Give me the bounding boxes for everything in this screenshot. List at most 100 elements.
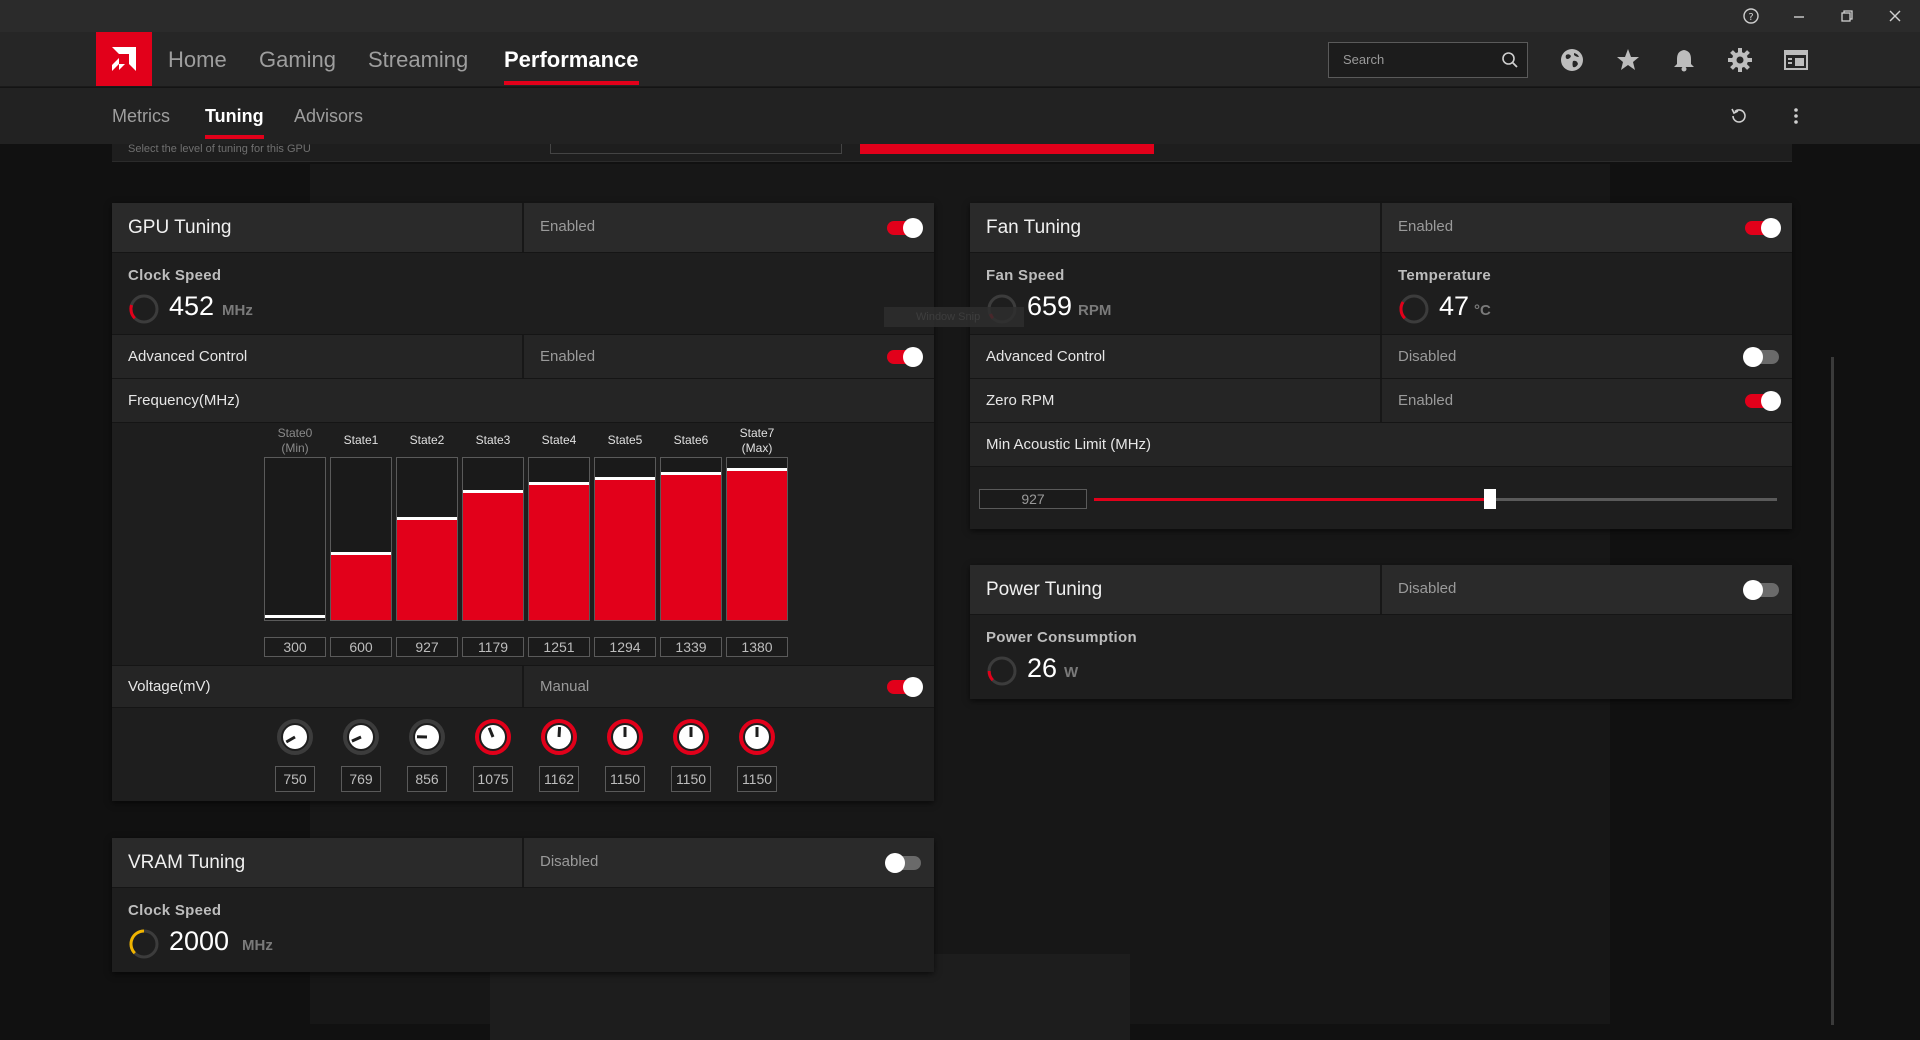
voltage-knob-icon[interactable] bbox=[540, 718, 578, 756]
frequency-value-input[interactable]: 1294 bbox=[594, 637, 656, 657]
voltage-value-input[interactable]: 1162 bbox=[539, 766, 579, 792]
frequency-bar-handle[interactable] bbox=[463, 490, 523, 493]
gpu-advanced-toggle[interactable] bbox=[887, 347, 923, 367]
frequency-bar[interactable] bbox=[528, 457, 590, 621]
frequency-bar[interactable] bbox=[396, 457, 458, 621]
voltage-value-input[interactable]: 1150 bbox=[737, 766, 777, 792]
nav-tab-streaming[interactable]: Streaming bbox=[368, 32, 468, 87]
frequency-bar-handle[interactable] bbox=[529, 482, 589, 485]
voltage-value-input[interactable]: 1150 bbox=[605, 766, 645, 792]
power-consumption-unit: W bbox=[1064, 664, 1079, 681]
bell-icon[interactable] bbox=[1669, 45, 1699, 75]
fan-advanced-label: Advanced Control bbox=[986, 348, 1106, 365]
frequency-bar[interactable] bbox=[726, 457, 788, 621]
voltage-knob-icon[interactable] bbox=[672, 718, 710, 756]
acoustic-slider-thumb[interactable] bbox=[1484, 489, 1496, 509]
tuning-level-strip: Select the level of tuning for this GPU bbox=[112, 144, 1792, 162]
power-tuning-toggle[interactable] bbox=[1743, 580, 1779, 600]
voltage-value-input[interactable]: 856 bbox=[407, 766, 447, 792]
nav-tab-home[interactable]: Home bbox=[168, 32, 227, 87]
acoustic-slider-track[interactable] bbox=[1094, 489, 1777, 509]
fan-tuning-title: Fan Tuning bbox=[986, 217, 1082, 238]
help-circle-icon[interactable]: ? bbox=[1728, 0, 1774, 32]
frequency-bar[interactable] bbox=[264, 457, 326, 621]
restore-icon[interactable] bbox=[1824, 0, 1870, 32]
voltage-value-input[interactable]: 769 bbox=[341, 766, 381, 792]
more-vertical-icon[interactable] bbox=[1782, 102, 1810, 130]
globe-icon[interactable] bbox=[1557, 45, 1587, 75]
gpu-clock-gauge-icon bbox=[129, 294, 159, 324]
voltage-value-input[interactable]: 1150 bbox=[671, 766, 711, 792]
gpu-clock-value: 452 bbox=[169, 291, 215, 321]
sub-tab-tuning-label: Tuning bbox=[205, 106, 264, 126]
nav-tab-performance[interactable]: Performance bbox=[504, 32, 639, 87]
gpu-clock-row: Clock Speed 452 MHz bbox=[112, 253, 934, 335]
fan-speed-value: 659 bbox=[1027, 291, 1073, 321]
frequency-bar-handle[interactable] bbox=[397, 517, 457, 520]
tuning-level-select[interactable] bbox=[550, 144, 842, 154]
search-input[interactable]: Search bbox=[1328, 42, 1528, 78]
power-tuning-title: Power Tuning bbox=[986, 579, 1103, 600]
power-tuning-header: Power Tuning Disabled bbox=[970, 565, 1792, 615]
voltage-knob-icon[interactable] bbox=[342, 718, 380, 756]
gear-icon[interactable] bbox=[1725, 45, 1755, 75]
frequency-value-input[interactable]: 1339 bbox=[660, 637, 722, 657]
frequency-bar-handle[interactable] bbox=[595, 477, 655, 480]
minimize-icon[interactable] bbox=[1776, 0, 1822, 32]
frequency-bar[interactable] bbox=[594, 457, 656, 621]
frequency-value-input[interactable]: 927 bbox=[396, 637, 458, 657]
toggle-knob bbox=[1761, 391, 1781, 411]
fan-advanced-toggle[interactable] bbox=[1743, 347, 1779, 367]
frequency-chart: State0 (Min) 300 State1 600 State2 927 State3 11… bbox=[112, 423, 934, 666]
tuning-level-apply-button[interactable] bbox=[860, 144, 1154, 154]
reset-icon[interactable] bbox=[1725, 102, 1753, 130]
frequency-value-input[interactable]: 1179 bbox=[462, 637, 524, 657]
voltage-value-input[interactable]: 1075 bbox=[473, 766, 513, 792]
acoustic-slider-fill bbox=[1094, 498, 1490, 501]
voltage-toggle[interactable] bbox=[887, 677, 923, 697]
power-tuning-card: Power Tuning Disabled Power Consumption … bbox=[970, 565, 1792, 699]
fan-tuning-state: Enabled bbox=[1398, 218, 1454, 235]
layout-icon[interactable] bbox=[1781, 45, 1811, 75]
nav-tab-gaming[interactable]: Gaming bbox=[259, 32, 336, 87]
sub-tab-tuning[interactable]: Tuning bbox=[205, 88, 264, 144]
voltage-knob-icon[interactable] bbox=[738, 718, 776, 756]
frequency-bar[interactable] bbox=[330, 457, 392, 621]
gpu-tuning-toggle[interactable] bbox=[887, 218, 923, 238]
frequency-value-input[interactable]: 1380 bbox=[726, 637, 788, 657]
frequency-bar-handle[interactable] bbox=[661, 472, 721, 475]
voltage-knob-icon[interactable] bbox=[276, 718, 314, 756]
frequency-bar-handle[interactable] bbox=[265, 615, 325, 618]
frequency-label: Frequency(MHz) bbox=[128, 392, 240, 409]
divider bbox=[522, 838, 524, 887]
voltage-value-input[interactable]: 750 bbox=[275, 766, 315, 792]
voltage-knob-icon[interactable] bbox=[474, 718, 512, 756]
temperature-value: 47 bbox=[1439, 291, 1470, 321]
search-icon[interactable] bbox=[1501, 51, 1519, 74]
amd-logo-icon[interactable] bbox=[96, 32, 152, 86]
frequency-bar[interactable] bbox=[462, 457, 524, 621]
page-scrollbar[interactable] bbox=[1831, 357, 1834, 1025]
frequency-value-input[interactable]: 600 bbox=[330, 637, 392, 657]
voltage-knob-icon[interactable] bbox=[408, 718, 446, 756]
frequency-bar[interactable] bbox=[660, 457, 722, 621]
close-icon[interactable] bbox=[1872, 0, 1918, 32]
nav-active-indicator bbox=[504, 81, 639, 85]
sub-tab-advisors[interactable]: Advisors bbox=[294, 88, 363, 144]
voltage-knob-icon[interactable] bbox=[606, 718, 644, 756]
state-label: State4 bbox=[541, 433, 577, 447]
frequency-value-input[interactable]: 300 bbox=[264, 637, 326, 657]
power-consumption-label: Power Consumption bbox=[986, 629, 1137, 646]
sub-tab-metrics[interactable]: Metrics bbox=[112, 88, 170, 144]
frequency-bar-handle[interactable] bbox=[727, 468, 787, 471]
frequency-bar-handle[interactable] bbox=[331, 552, 391, 555]
title-bar: ? bbox=[0, 0, 1920, 32]
frequency-value-input[interactable]: 1251 bbox=[528, 637, 590, 657]
temperature-unit: °C bbox=[1474, 302, 1491, 319]
star-icon[interactable] bbox=[1613, 45, 1643, 75]
acoustic-value-input[interactable]: 927 bbox=[979, 489, 1087, 509]
fan-tuning-toggle[interactable] bbox=[1745, 218, 1781, 238]
vram-tuning-toggle[interactable] bbox=[885, 853, 921, 873]
vram-tuning-header: VRAM Tuning Disabled bbox=[112, 838, 934, 888]
zero-rpm-toggle[interactable] bbox=[1745, 391, 1781, 411]
